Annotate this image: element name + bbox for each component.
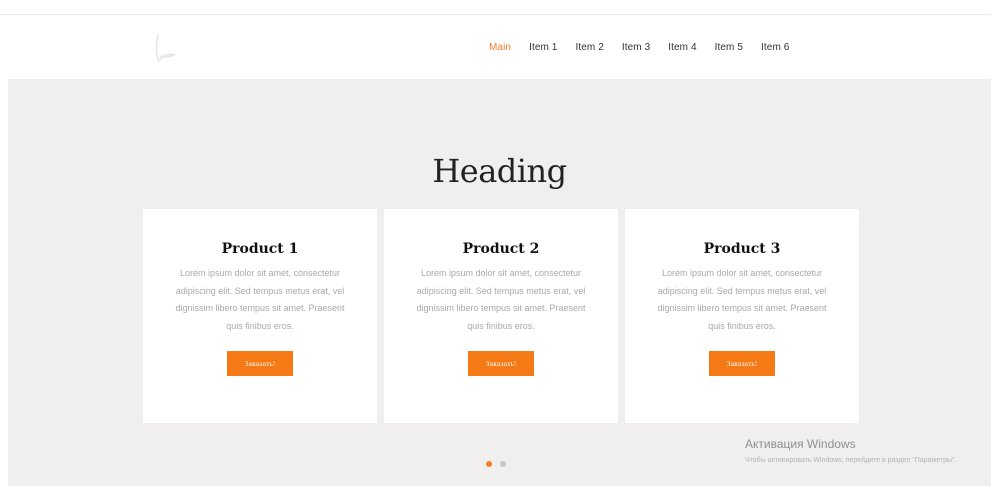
product-card: Product 2 Lorem ipsum dolor sit amet, co…: [384, 209, 618, 423]
nav-item-1[interactable]: Item 1: [520, 42, 566, 53]
order-button[interactable]: Заказать!: [709, 351, 775, 376]
page-heading: Heading: [432, 152, 567, 191]
watermark-text: Чтобы активировать Windows, перейдите в …: [745, 457, 957, 464]
product-title: Product 3: [703, 241, 781, 257]
product-title: Product 2: [462, 241, 540, 257]
product-title: Product 1: [221, 241, 299, 257]
nav-item-6[interactable]: Item 6: [752, 42, 798, 53]
script-logo-icon[interactable]: [150, 31, 184, 65]
watermark-title: Активация Windows: [745, 437, 856, 451]
carousel-dot-active[interactable]: [486, 461, 492, 467]
carousel-dot[interactable]: [500, 461, 506, 467]
windows-activation-watermark: Активация Windows Чтобы активировать Win…: [745, 437, 975, 466]
product-description: Lorem ipsum dolor sit amet, consectetur …: [657, 268, 827, 331]
order-button[interactable]: Заказать!: [468, 351, 534, 376]
product-description: Lorem ipsum dolor sit amet, consectetur …: [416, 268, 586, 331]
nav-item-5[interactable]: Item 5: [706, 42, 752, 53]
product-description: Lorem ipsum dolor sit amet, consectetur …: [175, 268, 345, 331]
carousel-dots: [486, 461, 514, 467]
product-card: Product 1 Lorem ipsum dolor sit amet, co…: [143, 209, 377, 423]
nav-item-main[interactable]: Main: [480, 42, 520, 53]
order-button[interactable]: Заказать!: [227, 351, 293, 376]
nav-item-3[interactable]: Item 3: [613, 42, 659, 53]
main-nav: Main Item 1 Item 2 Item 3 Item 4 Item 5 …: [480, 15, 798, 79]
site-header: Main Item 1 Item 2 Item 3 Item 4 Item 5 …: [0, 15, 991, 79]
nav-item-2[interactable]: Item 2: [566, 42, 612, 53]
product-card: Product 3 Lorem ipsum dolor sit amet, co…: [625, 209, 859, 423]
nav-item-4[interactable]: Item 4: [659, 42, 705, 53]
hero-section: Heading Product 1 Lorem ipsum dolor sit …: [8, 79, 991, 486]
